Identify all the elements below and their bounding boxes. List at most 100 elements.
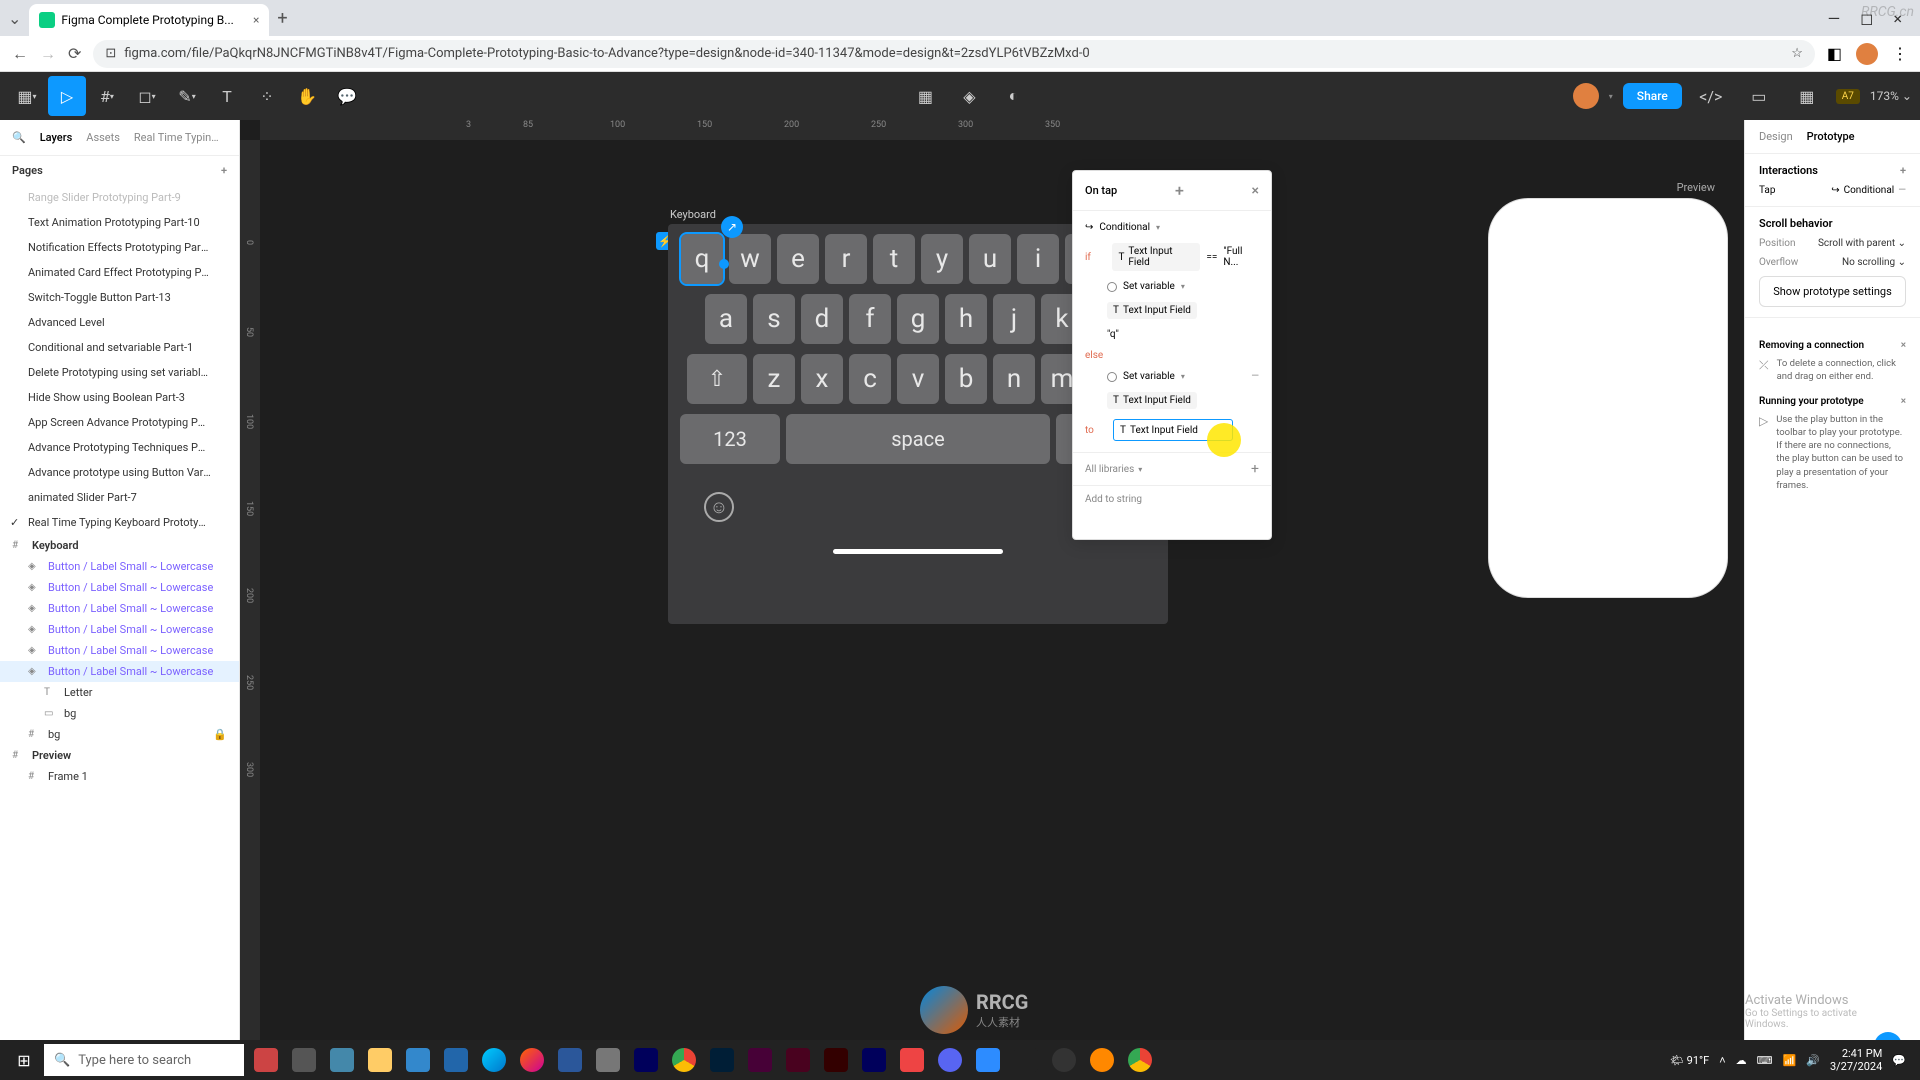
resources-button[interactable]: ⁘ bbox=[248, 76, 286, 116]
text-tool-button[interactable]: T bbox=[208, 76, 246, 116]
key-123[interactable]: 123 bbox=[680, 414, 780, 464]
profile-avatar[interactable] bbox=[1856, 43, 1878, 65]
start-button[interactable]: ⊞ bbox=[4, 1040, 44, 1080]
key-space[interactable]: space bbox=[786, 414, 1050, 464]
extensions-icon[interactable]: ◧ bbox=[1827, 44, 1842, 63]
page-item[interactable]: Advanced Level bbox=[0, 310, 239, 335]
preview-frame[interactable]: Preview bbox=[1488, 198, 1728, 598]
close-help-icon[interactable]: × bbox=[1901, 396, 1906, 407]
remove-icon[interactable]: — bbox=[1251, 371, 1259, 382]
site-info-icon[interactable]: ⊡ bbox=[105, 46, 116, 61]
add-library-icon[interactable]: + bbox=[1251, 461, 1259, 477]
taskbar-ai[interactable] bbox=[818, 1040, 854, 1080]
page-item[interactable]: Range Slider Prototyping Part-9 bbox=[0, 185, 239, 210]
key-t[interactable]: t bbox=[873, 234, 915, 284]
set-variable-label[interactable]: Set variable bbox=[1123, 371, 1175, 382]
key-y[interactable]: y bbox=[921, 234, 963, 284]
taskbar-ae[interactable] bbox=[628, 1040, 664, 1080]
dev-mode-icon[interactable]: </> bbox=[1692, 76, 1730, 116]
taskbar-id[interactable] bbox=[780, 1040, 816, 1080]
browser-tab[interactable]: Figma Complete Prototyping B... × bbox=[29, 4, 269, 36]
layer-button[interactable]: ◈Button / Label Small ~ Lowercase bbox=[0, 598, 239, 619]
layer-preview[interactable]: #Preview bbox=[0, 745, 239, 766]
frame-label[interactable]: Keyboard bbox=[670, 208, 716, 221]
key-s[interactable]: s bbox=[753, 294, 795, 344]
shape-tool-button[interactable]: ◻ ▾ bbox=[128, 76, 166, 116]
page-item[interactable]: Text Animation Prototyping Part-10 bbox=[0, 210, 239, 235]
url-input[interactable]: ⊡ figma.com/file/PaQkqrN8JNCFMGTiNB8v4T/… bbox=[93, 40, 1814, 68]
key-z[interactable]: z bbox=[753, 354, 795, 404]
main-menu-button[interactable]: ▦ ▾ bbox=[8, 76, 46, 116]
page-item[interactable]: Conditional and setvariable Part-1 bbox=[0, 335, 239, 360]
lock-icon[interactable]: 🔒 bbox=[213, 728, 227, 741]
remove-interaction-icon[interactable]: — bbox=[1898, 185, 1906, 196]
search-icon[interactable]: 🔍 bbox=[12, 131, 26, 144]
key-shift[interactable]: ⇧ bbox=[687, 354, 747, 404]
tab-layers[interactable]: Layers bbox=[40, 131, 73, 144]
variable-chip[interactable]: TText Input Field bbox=[1112, 243, 1200, 271]
bookmark-icon[interactable]: ☆ bbox=[1791, 46, 1803, 61]
layer-keyboard[interactable]: #Keyboard bbox=[0, 535, 239, 556]
menu-icon[interactable]: ⋮ bbox=[1892, 44, 1908, 63]
tray-cloud-icon[interactable]: ☁ bbox=[1736, 1054, 1747, 1067]
trigger-label[interactable]: On tap bbox=[1085, 184, 1117, 197]
page-item[interactable]: Delete Prototyping using set variable Pa… bbox=[0, 360, 239, 385]
key-g[interactable]: g bbox=[897, 294, 939, 344]
layer-button-selected[interactable]: ◈Button / Label Small ~ Lowercase bbox=[0, 661, 239, 682]
layer-bg[interactable]: #bg🔒 bbox=[0, 724, 239, 745]
connection-node-icon[interactable]: ↗ bbox=[721, 216, 743, 238]
page-item[interactable]: App Screen Advance Prototyping Part-4 bbox=[0, 410, 239, 435]
key-d[interactable]: d bbox=[801, 294, 843, 344]
page-item[interactable]: Advance prototype using Button Variants … bbox=[0, 460, 239, 485]
mask-icon[interactable]: ◐ bbox=[994, 76, 1032, 116]
variable-chip[interactable]: TText Input Field bbox=[1107, 392, 1197, 409]
taskbar-app[interactable] bbox=[324, 1040, 360, 1080]
key-b[interactable]: b bbox=[945, 354, 987, 404]
key-a[interactable]: a bbox=[705, 294, 747, 344]
frame-tool-button[interactable]: # ▾ bbox=[88, 76, 126, 116]
all-libraries-row[interactable]: All libraries▾+ bbox=[1073, 452, 1271, 485]
page-item[interactable]: Notification Effects Prototyping Part-11 bbox=[0, 235, 239, 260]
taskbar-zoom[interactable] bbox=[970, 1040, 1006, 1080]
key-e[interactable]: e bbox=[777, 234, 819, 284]
reload-icon[interactable]: ⟳ bbox=[68, 44, 81, 63]
page-item[interactable]: Switch-Toggle Button Part-13 bbox=[0, 285, 239, 310]
key-x[interactable]: x bbox=[801, 354, 843, 404]
present-icon[interactable]: ▭ bbox=[1740, 76, 1778, 116]
variant-icon[interactable]: ◈ bbox=[950, 76, 988, 116]
tab-design[interactable]: Design bbox=[1759, 130, 1793, 143]
minimize-icon[interactable]: — bbox=[1828, 9, 1841, 28]
taskbar-app[interactable] bbox=[286, 1040, 322, 1080]
user-avatar[interactable] bbox=[1573, 83, 1599, 109]
tray-volume-icon[interactable]: 🔊 bbox=[1806, 1054, 1820, 1067]
key-u[interactable]: u bbox=[969, 234, 1011, 284]
set-variable-label[interactable]: Set variable bbox=[1123, 281, 1175, 292]
layer-button[interactable]: ◈Button / Label Small ~ Lowercase bbox=[0, 556, 239, 577]
trigger-type[interactable]: Tap bbox=[1759, 185, 1775, 196]
add-page-icon[interactable]: + bbox=[221, 164, 227, 177]
conditional-label[interactable]: Conditional bbox=[1099, 222, 1150, 233]
taskbar-xd[interactable] bbox=[742, 1040, 778, 1080]
tray-chevron-icon[interactable]: ˄ bbox=[1719, 1054, 1725, 1067]
taskbar-app[interactable] bbox=[438, 1040, 474, 1080]
close-popup-icon[interactable]: × bbox=[1252, 183, 1259, 199]
position-value[interactable]: Scroll with parent ⌄ bbox=[1818, 238, 1906, 249]
taskbar-pr[interactable] bbox=[856, 1040, 892, 1080]
key-n[interactable]: n bbox=[993, 354, 1035, 404]
key-r[interactable]: r bbox=[825, 234, 867, 284]
taskbar-app[interactable] bbox=[400, 1040, 436, 1080]
close-tab-icon[interactable]: × bbox=[253, 13, 259, 27]
layer-button[interactable]: ◈Button / Label Small ~ Lowercase bbox=[0, 619, 239, 640]
tab-assets[interactable]: Assets bbox=[86, 131, 120, 144]
pen-tool-button[interactable]: ✎ ▾ bbox=[168, 76, 206, 116]
taskbar-clock[interactable]: 2:41 PM 3/27/2024 bbox=[1830, 1047, 1882, 1073]
key-q[interactable]: q↗ bbox=[681, 234, 723, 284]
layer-bg[interactable]: ▭bg bbox=[0, 703, 239, 724]
share-button[interactable]: Share bbox=[1623, 83, 1682, 109]
page-item[interactable]: Hide Show using Boolean Part-3 bbox=[0, 385, 239, 410]
taskbar-chrome-active[interactable] bbox=[1122, 1040, 1158, 1080]
taskbar-discord[interactable] bbox=[932, 1040, 968, 1080]
emoji-icon[interactable]: ☺ bbox=[704, 492, 734, 522]
key-c[interactable]: c bbox=[849, 354, 891, 404]
forward-icon[interactable]: → bbox=[40, 44, 56, 64]
